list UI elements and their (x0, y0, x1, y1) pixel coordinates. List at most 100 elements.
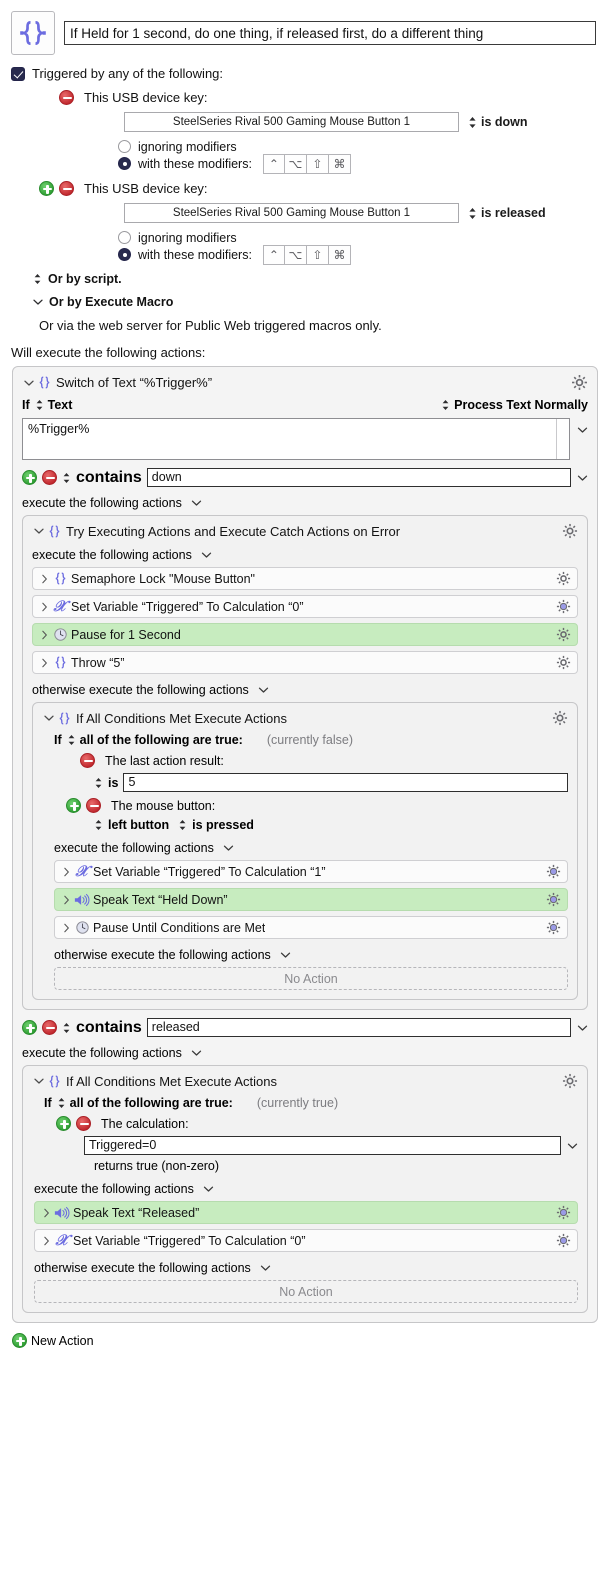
chevron-down-icon[interactable] (33, 298, 43, 306)
trigger-1-with-radio[interactable] (118, 157, 131, 170)
case2-chevron-down-icon[interactable] (576, 1024, 588, 1032)
switch-process-row[interactable]: Process Text Normally (441, 398, 588, 412)
gear-blue-icon[interactable] (546, 920, 561, 935)
gear-clock-icon[interactable] (556, 627, 571, 642)
remove-case1-button[interactable] (42, 470, 57, 485)
mouse-button-stepper-icon[interactable] (94, 819, 103, 831)
case1-value-input[interactable]: down (146, 468, 571, 487)
action-row-set-variable-0[interactable]: 𝒳 Set Variable “Triggered” To Calculatio… (32, 595, 578, 618)
modifier-command-icon[interactable]: ⌘ (328, 153, 351, 174)
trigger-1-device-popup[interactable]: SteelSeries Rival 500 Gaming Mouse Butto… (124, 112, 459, 132)
trigger-1-ignoring-radio[interactable] (118, 140, 131, 153)
case2-operator-label[interactable]: contains (76, 1019, 142, 1037)
trigger-2-with-radio[interactable] (118, 248, 131, 261)
case1-chevron-down-icon[interactable] (576, 474, 588, 482)
chevron-right-icon[interactable] (38, 658, 50, 668)
trigger-1-with-row[interactable]: with these modifiers: ⌃ ⌥ ⇧ ⌘ (118, 153, 598, 174)
if-group-2-all-stepper-icon[interactable] (57, 1097, 66, 1109)
action-row-semaphore-lock[interactable]: Semaphore Lock "Mouse Button" (32, 567, 578, 590)
no-action-placeholder-1[interactable]: No Action (54, 967, 568, 990)
trigger-2-ignoring-row[interactable]: ignoring modifiers (118, 229, 598, 246)
remove-condition-button[interactable] (76, 1116, 91, 1131)
macro-title-input[interactable]: If Held for 1 second, do one thing, if r… (64, 21, 596, 45)
remove-trigger-1-button[interactable] (59, 90, 74, 105)
gear-blue-icon[interactable] (556, 1233, 571, 1248)
if-group-1-all-label[interactable]: all of the following are true: (80, 733, 243, 747)
trigger-2-state-label[interactable]: is released (481, 206, 546, 220)
action-row-pause-1-second[interactable]: Pause for 1 Second (32, 623, 578, 646)
if-group-2-otherwise-chevron-down-icon[interactable] (260, 1264, 271, 1272)
gear-icon[interactable] (556, 571, 571, 586)
modifier-control-icon[interactable]: ⌃ (262, 244, 285, 265)
switch-source-stepper-icon[interactable] (35, 399, 44, 411)
action-row-throw[interactable]: Throw “5” (32, 651, 578, 674)
chevron-right-icon[interactable] (38, 602, 50, 612)
if-group-1-disclosure-icon[interactable] (42, 714, 55, 722)
trigger-2-with-row[interactable]: with these modifiers: ⌃ ⌥ ⇧ ⌘ (118, 244, 598, 265)
chevron-right-icon[interactable] (40, 1208, 52, 1218)
gear-icon[interactable] (571, 374, 588, 391)
case2-exec-chevron-down-icon[interactable] (191, 1049, 202, 1057)
triggered-by-row[interactable]: Triggered by any of the following: (11, 66, 598, 81)
add-condition-button[interactable] (56, 1116, 71, 1131)
add-condition-button[interactable] (66, 798, 81, 813)
case1-operator-label[interactable]: contains (76, 469, 142, 487)
try-disclosure-icon[interactable] (32, 527, 45, 535)
remove-condition-button[interactable] (86, 798, 101, 813)
gear-clock-icon[interactable] (546, 892, 561, 907)
gear-blue-icon[interactable] (546, 864, 561, 879)
if-group-1-otherwise-chevron-down-icon[interactable] (280, 951, 291, 959)
switch-source-textarea[interactable]: %Trigger% (22, 418, 570, 460)
trigger-2-ignoring-radio[interactable] (118, 231, 131, 244)
chevron-right-icon[interactable] (60, 895, 72, 905)
textarea-gutter[interactable] (556, 419, 569, 459)
modifier-shift-icon[interactable]: ⇧ (306, 153, 329, 174)
add-trigger-button[interactable] (39, 181, 54, 196)
if-group-1-all-stepper-icon[interactable] (67, 734, 76, 746)
if-group-2-exec-chevron-down-icon[interactable] (203, 1185, 214, 1193)
gear-blue-icon[interactable] (556, 599, 571, 614)
case2-value-input[interactable]: released (146, 1018, 571, 1037)
process-stepper-icon[interactable] (441, 399, 450, 411)
calculation-chevron-down-icon[interactable] (566, 1142, 578, 1150)
calculation-input[interactable]: Triggered=0 (84, 1136, 561, 1155)
condition-op-stepper-icon[interactable] (94, 777, 103, 789)
add-case-button[interactable] (22, 1020, 37, 1035)
mouse-state-label[interactable]: is pressed (192, 818, 254, 832)
chevron-right-icon[interactable] (38, 630, 50, 640)
chevron-right-icon[interactable] (60, 867, 72, 877)
chevron-right-icon[interactable] (60, 923, 72, 933)
mouse-state-stepper-icon[interactable] (178, 819, 187, 831)
new-action-row[interactable]: New Action (0, 1323, 608, 1356)
braces-icon[interactable] (11, 11, 55, 55)
condition-op-label[interactable]: is (108, 776, 118, 790)
condition-value-input[interactable]: 5 (123, 773, 568, 792)
action-row-pause-until-conditions[interactable]: Pause Until Conditions are Met (54, 916, 568, 939)
script-stepper-icon[interactable] (33, 273, 42, 285)
action-row-set-variable-0-b[interactable]: 𝒳 Set Variable “Triggered” To Calculatio… (34, 1229, 578, 1252)
no-action-placeholder-2[interactable]: No Action (34, 1280, 578, 1303)
triggered-by-checkbox[interactable] (11, 66, 25, 81)
gear-icon[interactable] (562, 1073, 578, 1089)
gear-clock-icon[interactable] (562, 523, 578, 539)
modifier-control-icon[interactable]: ⌃ (262, 153, 285, 174)
chevron-right-icon[interactable] (40, 1236, 52, 1246)
chevron-right-icon[interactable] (38, 574, 50, 584)
trigger-1-state-stepper-icon[interactable] (467, 116, 477, 129)
add-new-action-icon[interactable] (12, 1333, 27, 1348)
if-group-1-exec-chevron-down-icon[interactable] (223, 844, 234, 852)
switch-source-label[interactable]: Text (48, 398, 73, 412)
mouse-button-label[interactable]: left button (108, 818, 169, 832)
trigger-1-ignoring-row[interactable]: ignoring modifiers (118, 138, 598, 155)
add-case-button[interactable] (22, 470, 37, 485)
case2-operator-stepper-icon[interactable] (62, 1022, 71, 1034)
trigger-2-state-stepper-icon[interactable] (467, 207, 477, 220)
case1-exec-chevron-down-icon[interactable] (191, 499, 202, 507)
modifier-shift-icon[interactable]: ⇧ (306, 244, 329, 265)
remove-condition-button[interactable] (80, 753, 95, 768)
trigger-2-device-popup[interactable]: SteelSeries Rival 500 Gaming Mouse Butto… (124, 203, 459, 223)
gear-icon[interactable] (552, 710, 568, 726)
or-by-script-row[interactable]: Or by script. (11, 272, 598, 286)
modifier-option-icon[interactable]: ⌥ (284, 244, 307, 265)
gear-icon[interactable] (556, 655, 571, 670)
